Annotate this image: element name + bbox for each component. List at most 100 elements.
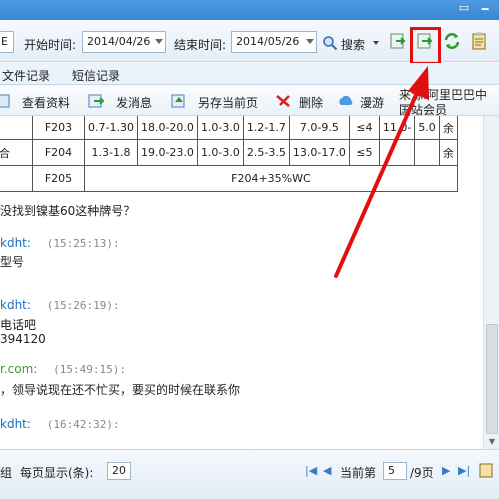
per-page-input[interactable]: 20 (107, 462, 131, 480)
table-cell: 19.0-23.0 (136, 139, 198, 166)
refresh-icon[interactable] (443, 32, 461, 50)
delete-button[interactable]: 删除 (299, 94, 323, 111)
table-row: 合 F204 1.3-1.8 19.0-23.0 1.0-3.0 2.5-3.5… (0, 139, 458, 166)
last-page-icon[interactable]: ▶| (458, 464, 470, 477)
delete-icon (276, 95, 290, 107)
table-cell: 11.0- (378, 116, 416, 140)
first-page-icon[interactable]: |◀ (305, 464, 317, 477)
table-cell: 余 (438, 139, 458, 166)
source-text: 来源:阿里巴巴中国站会员 (399, 88, 488, 117)
total-pages-label: /9页 (410, 466, 434, 480)
chevron-down-icon (373, 41, 379, 45)
table-row: F205 F204+35%WC (0, 165, 458, 192)
table-cell: 1.3-1.8 (84, 139, 138, 166)
end-time-label: 结束时间: (174, 38, 227, 52)
table-cell: F204 (32, 139, 85, 166)
view-profile-button[interactable]: 查看资料 (22, 94, 70, 111)
message-header: r.com: (15:49:15): (0, 362, 126, 376)
table-cell: 1.0-3.0 (196, 139, 244, 166)
notes-icon[interactable] (470, 32, 488, 50)
prev-page-icon[interactable]: ◀ (323, 464, 331, 477)
scroll-thumb[interactable] (486, 324, 498, 434)
tab-sms-records[interactable]: 短信记录 (72, 67, 120, 84)
profile-icon (0, 94, 10, 108)
chevron-down-icon[interactable] (155, 39, 163, 44)
table-cell: F203 (32, 116, 85, 140)
table-cell (414, 139, 440, 166)
table-cell: 13.0-17.0 (288, 139, 350, 166)
table-cell (378, 139, 416, 166)
search-button[interactable]: 搜索 (322, 34, 384, 52)
table-cell (0, 165, 33, 192)
group-label: 组 (0, 466, 13, 480)
current-page-label: 当前第 (340, 466, 377, 480)
highlight-box (410, 27, 441, 65)
table-cell: F204+35%WC (84, 165, 458, 192)
table-cell: 0.7-1.30 (84, 116, 138, 140)
search-label: 搜索 (341, 38, 366, 52)
message-sender[interactable]: kdht: (0, 417, 31, 431)
table-cell: 1.2-1.7 (242, 116, 290, 140)
scroll-down-icon[interactable]: ▼ (484, 435, 499, 449)
roam-button[interactable]: 漫游 (360, 94, 384, 111)
message-sender[interactable]: r.com: (0, 362, 37, 376)
current-page-input[interactable]: 5 (383, 462, 407, 480)
table-row: F203 0.7-1.30 18.0-20.0 1.0-3.0 1.2-1.7 … (0, 116, 458, 140)
table-cell: F205 (32, 165, 85, 192)
start-date-input[interactable]: 2014/04/26 (82, 31, 166, 53)
table-cell: ≤5 (348, 139, 380, 166)
message-header: kdht: (15:25:13): (0, 236, 120, 250)
current-page-value: 5 (388, 464, 395, 477)
next-page-icon[interactable]: ▶ (442, 464, 450, 477)
message-question: 没找到镍基60这种牌号？ (0, 204, 136, 218)
roam-icon (339, 95, 353, 105)
start-date-value: 2014/04/26 (87, 35, 151, 48)
per-page-label: 每页显示(条): (20, 466, 94, 480)
vertical-scrollbar[interactable]: ▼ (483, 116, 499, 449)
group-select[interactable]: E (0, 31, 14, 53)
table-cell (0, 116, 33, 140)
message-body: 394120 (0, 332, 46, 346)
table-cell: 7.0-9.5 (288, 116, 350, 140)
table-cell: 5.0 (414, 116, 440, 140)
group-select-value: E (1, 35, 8, 48)
search-icon (323, 36, 338, 51)
source-info: 来源:阿里巴巴中国站会员 (399, 88, 499, 118)
message-sender[interactable]: kdht: (0, 298, 31, 312)
table-cell: 2.5-3.5 (242, 139, 290, 166)
message-header: kdht: (15:26:19): (0, 298, 120, 312)
end-date-input[interactable]: 2014/05/26 (231, 31, 317, 53)
tab-file-records[interactable]: 文件记录 (2, 67, 50, 84)
table-cell: 合 (0, 139, 33, 166)
message-body: 型号 (0, 255, 25, 269)
message-header: kdht: (16:42:32): (0, 417, 120, 431)
send-message-icon (88, 94, 104, 108)
save-icon (171, 94, 185, 108)
notes-icon[interactable] (478, 462, 494, 478)
minimize-icon[interactable]: ▭ (457, 2, 471, 14)
message-time: (15:25:13): (46, 237, 120, 250)
pagination-bar: 组 每页显示(条): 20 |◀ ◀ 当前第 5 /9页 ▶ ▶| (0, 449, 499, 499)
table-cell: 余 (438, 116, 458, 140)
table-cell: 18.0-20.0 (136, 116, 198, 140)
message-time: (16:42:32): (46, 418, 120, 431)
import-icon[interactable] (389, 32, 407, 50)
table-cell: 1.0-3.0 (196, 116, 244, 140)
chevron-down-icon[interactable] (306, 39, 314, 44)
spec-table: F203 0.7-1.30 18.0-20.0 1.0-3.0 1.2-1.7 … (0, 116, 458, 192)
send-message-button[interactable]: 发消息 (116, 94, 152, 111)
close-icon[interactable]: ━ (478, 4, 492, 16)
chat-history: F203 0.7-1.30 18.0-20.0 1.0-3.0 1.2-1.7 … (0, 116, 483, 449)
save-page-button[interactable]: 另存当前页 (198, 94, 258, 111)
message-body: ，领导说现在还不忙买，要买的时候在联系你 (0, 383, 241, 397)
message-time: (15:26:19): (46, 299, 120, 312)
window-titlebar: ▭ ━ (0, 0, 499, 20)
message-body: 电话吧 (0, 318, 37, 332)
table-cell: ≤4 (348, 116, 380, 140)
end-date-value: 2014/05/26 (236, 35, 300, 48)
message-time: (15:49:15): (53, 363, 127, 376)
message-sender[interactable]: kdht: (0, 236, 31, 250)
per-page-value: 20 (112, 464, 126, 477)
record-tabs: 文件记录 短信记录 (0, 63, 499, 85)
start-time-label: 开始时间: (24, 38, 77, 52)
